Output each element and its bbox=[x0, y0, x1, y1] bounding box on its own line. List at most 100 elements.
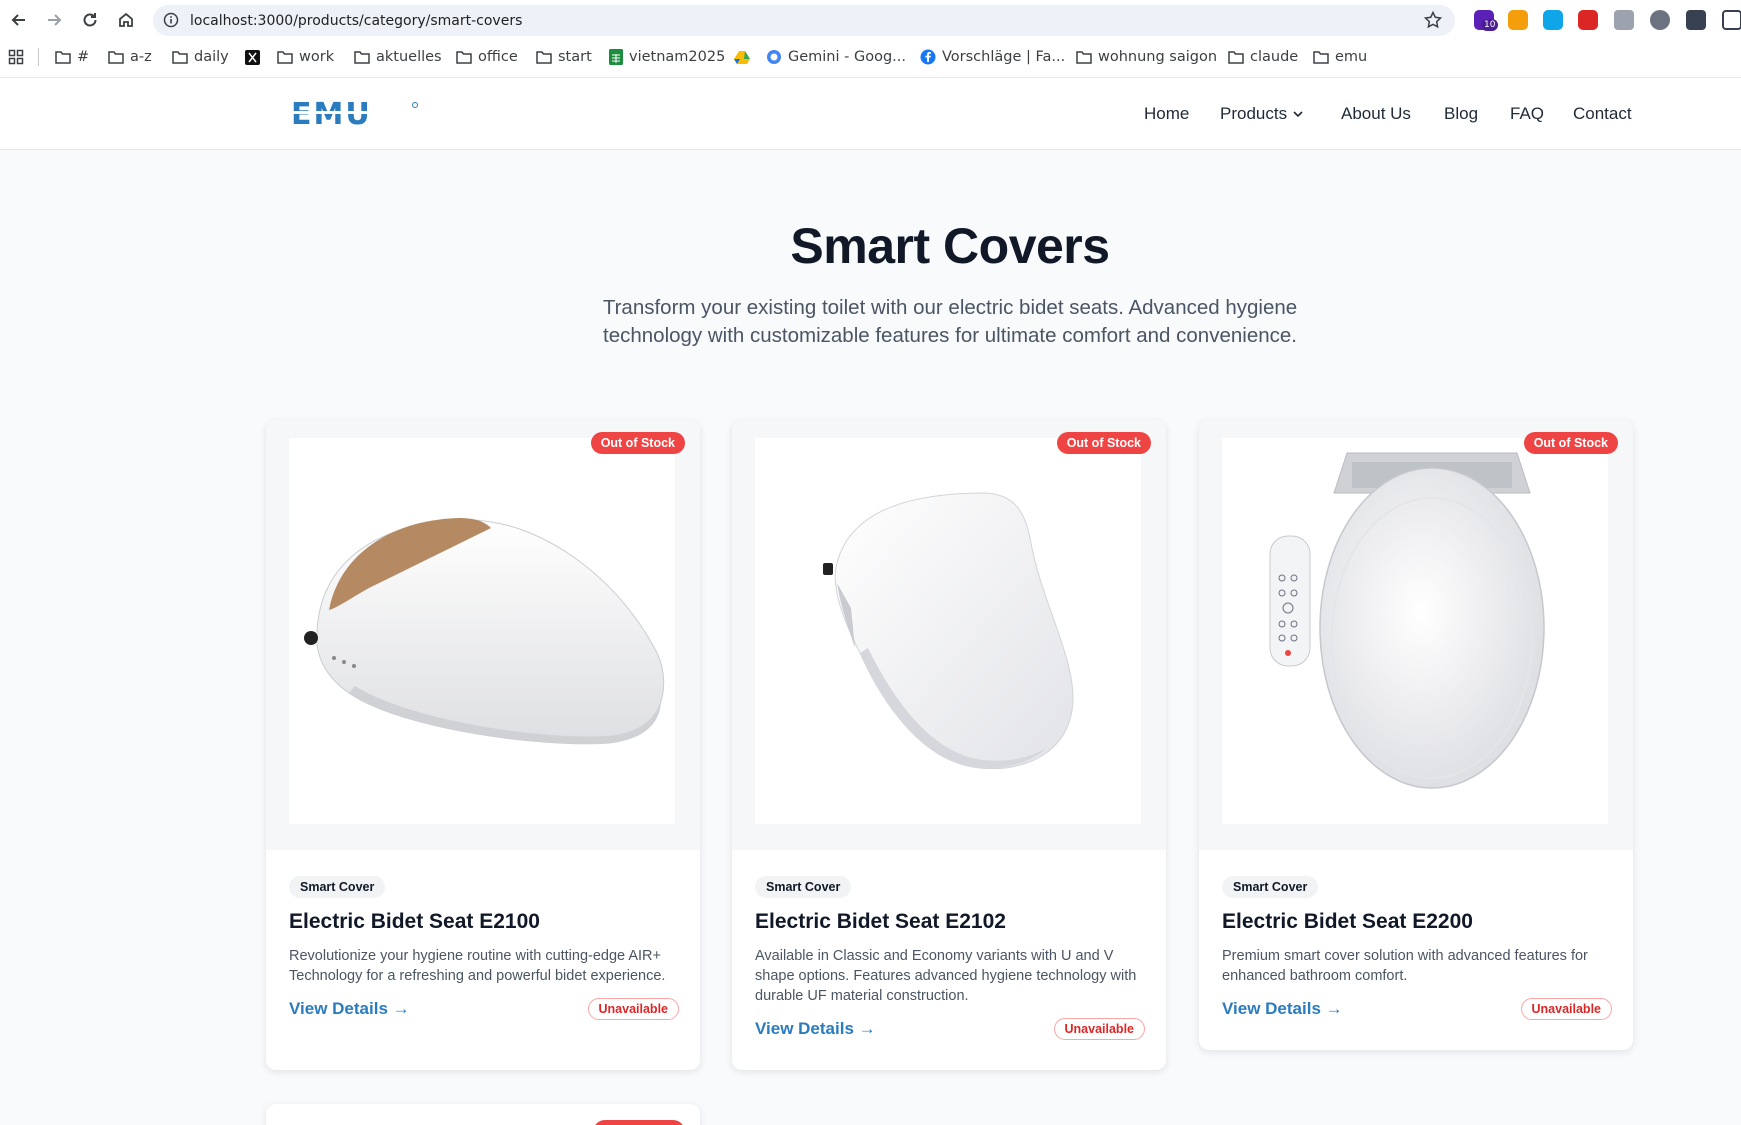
v-extension-icon[interactable] bbox=[1686, 10, 1706, 30]
emu-logo-mark: EMU bbox=[291, 97, 418, 132]
camera-icon[interactable] bbox=[1614, 10, 1634, 30]
bookmark-item[interactable]: office bbox=[456, 44, 518, 70]
product-card-footer: View Details → Unavailable bbox=[1222, 997, 1612, 1023]
bookmark-label: # bbox=[77, 49, 90, 65]
product-description: Revolutionize your hygiene routine with … bbox=[289, 948, 666, 984]
extension-badge: 10 bbox=[1481, 19, 1499, 31]
nav-blog-label: Blog bbox=[1444, 104, 1479, 123]
product-image[interactable] bbox=[289, 438, 675, 824]
bookmark-item[interactable]: # bbox=[55, 44, 89, 70]
bookmark-item[interactable] bbox=[734, 44, 750, 70]
forward-button[interactable] bbox=[42, 8, 66, 32]
nav-home-label: Home bbox=[1144, 104, 1190, 123]
nav-about-label: About Us bbox=[1341, 104, 1411, 123]
product-card-footer: View Details → Unavailable bbox=[755, 1017, 1145, 1043]
product-card-body: Smart Cover Electric Bidet Seat E2200 Pr… bbox=[1222, 876, 1612, 1023]
page-title: Smart Covers bbox=[790, 218, 1110, 274]
bookmark-item[interactable]: wohnung saigon bbox=[1076, 44, 1217, 70]
s-extension-icon[interactable] bbox=[1722, 10, 1741, 30]
product-card[interactable]: Out of Stock Smart Cover Electric Bidet … bbox=[732, 420, 1166, 1070]
view-details-link[interactable]: View Details → bbox=[289, 999, 410, 1019]
bidet-seat-e2200-image bbox=[1269, 452, 1545, 789]
bidet-seat-e2102-image bbox=[823, 492, 1074, 770]
page-description: Transform your existing toilet with our … bbox=[602, 296, 1298, 347]
bookmark-item[interactable]: Gemini - Goog... bbox=[766, 44, 906, 70]
product-description: Available in Classic and Economy variant… bbox=[755, 948, 1137, 1004]
reload-button[interactable] bbox=[78, 8, 102, 32]
emu-logo[interactable]: EMU bbox=[291, 97, 419, 133]
bookmark-item[interactable]: emu bbox=[1313, 44, 1367, 70]
bookmark-item[interactable]: Vorschläge | Fa... bbox=[920, 44, 1065, 70]
folder-icon bbox=[1076, 50, 1092, 64]
url-text[interactable]: localhost:3000/products/category/smart-c… bbox=[190, 13, 522, 29]
folder-icon bbox=[108, 50, 124, 64]
folder-icon bbox=[536, 50, 552, 64]
elephant-icon[interactable] bbox=[1508, 10, 1528, 30]
browser-toolbar: localhost:3000/products/category/smart-c… bbox=[0, 0, 1741, 40]
bookmark-item[interactable]: start bbox=[536, 44, 592, 70]
red-s-extension-icon[interactable] bbox=[1578, 10, 1598, 30]
folder-icon bbox=[456, 50, 472, 64]
bookmark-label: Gemini - Goog... bbox=[788, 49, 906, 65]
bookmark-label: daily bbox=[194, 49, 229, 65]
bookmark-item[interactable]: aktuelles bbox=[354, 44, 442, 70]
product-image[interactable] bbox=[1222, 438, 1608, 824]
view-details-link[interactable]: View Details → bbox=[1222, 999, 1343, 1019]
out-of-stock-badge: Out of Stock bbox=[590, 432, 685, 454]
product-image-area: Out of Stock bbox=[1199, 420, 1633, 850]
folder-icon bbox=[277, 50, 293, 64]
product-card-footer: View Details → Unavailable bbox=[289, 997, 679, 1023]
nav-faq[interactable]: FAQ bbox=[1510, 104, 1544, 124]
bookmark-item[interactable]: work bbox=[277, 44, 334, 70]
arrow-right-icon bbox=[48, 14, 62, 26]
apps-grid-icon bbox=[8, 49, 24, 65]
gemini-icon bbox=[766, 49, 782, 65]
back-button[interactable] bbox=[7, 8, 31, 32]
bookmark-label: claude bbox=[1250, 49, 1299, 65]
category-tag: Smart Cover bbox=[289, 876, 386, 898]
nav-contact[interactable]: Contact bbox=[1573, 104, 1632, 124]
bookmark-item[interactable]: vietnam2025 bbox=[609, 44, 725, 70]
circle-extension-icon[interactable] bbox=[1650, 10, 1670, 30]
product-card-body: Smart Cover Electric Bidet Seat E2102 Av… bbox=[755, 876, 1145, 1043]
apps-button[interactable] bbox=[8, 44, 24, 70]
folder-icon bbox=[354, 50, 370, 64]
product-image-area: Out of Stock bbox=[266, 420, 700, 850]
unavailable-badge: Unavailable bbox=[1053, 1018, 1145, 1040]
bookmark-item[interactable]: claude bbox=[1228, 44, 1298, 70]
category-tag: Smart Cover bbox=[1222, 876, 1319, 898]
nav-products[interactable]: Products bbox=[1220, 104, 1305, 124]
bookmark-item[interactable]: a-z bbox=[108, 44, 152, 70]
product-card[interactable]: Out of Stock Smart Cover Electric Bidet … bbox=[1199, 420, 1633, 1050]
x-logo-icon bbox=[245, 49, 260, 65]
bookmark-label: a-z bbox=[130, 49, 152, 65]
bookmarks-divider bbox=[38, 48, 39, 66]
product-card[interactable]: Out of Stock Smart Cover Electric Bidet … bbox=[266, 420, 700, 1070]
folder-icon bbox=[1228, 50, 1244, 64]
info-icon bbox=[163, 12, 179, 28]
product-card-partial[interactable] bbox=[266, 1104, 700, 1125]
product-name[interactable]: Electric Bidet Seat E2102 bbox=[755, 910, 1145, 934]
address-bar[interactable]: localhost:3000/products/category/smart-c… bbox=[153, 5, 1455, 36]
product-image[interactable] bbox=[755, 438, 1141, 824]
nav-home[interactable]: Home bbox=[1144, 104, 1189, 124]
bookmark-star-icon[interactable] bbox=[1423, 10, 1443, 30]
product-name[interactable]: Electric Bidet Seat E2200 bbox=[1222, 910, 1612, 934]
bookmark-item[interactable]: daily bbox=[172, 44, 229, 70]
out-of-stock-badge-partial bbox=[593, 1120, 685, 1125]
sheets-icon bbox=[609, 49, 623, 65]
product-card-body: Smart Cover Electric Bidet Seat E2100 Re… bbox=[289, 876, 679, 1023]
view-details-link[interactable]: View Details → bbox=[755, 1019, 876, 1039]
home-badge-icon[interactable]: 10 bbox=[1474, 10, 1499, 31]
folder-icon bbox=[55, 50, 71, 64]
bookmark-item[interactable] bbox=[245, 44, 260, 70]
nav-about[interactable]: About Us bbox=[1341, 104, 1411, 124]
home-button[interactable] bbox=[114, 8, 138, 32]
product-name[interactable]: Electric Bidet Seat E2100 bbox=[289, 910, 679, 934]
square-extension-icon[interactable] bbox=[1543, 10, 1563, 30]
unavailable-badge: Unavailable bbox=[587, 998, 679, 1020]
nav-blog[interactable]: Blog bbox=[1444, 104, 1478, 124]
bookmark-label: office bbox=[478, 49, 518, 65]
folder-icon bbox=[172, 50, 188, 64]
product-image-area: Out of Stock bbox=[732, 420, 1166, 850]
